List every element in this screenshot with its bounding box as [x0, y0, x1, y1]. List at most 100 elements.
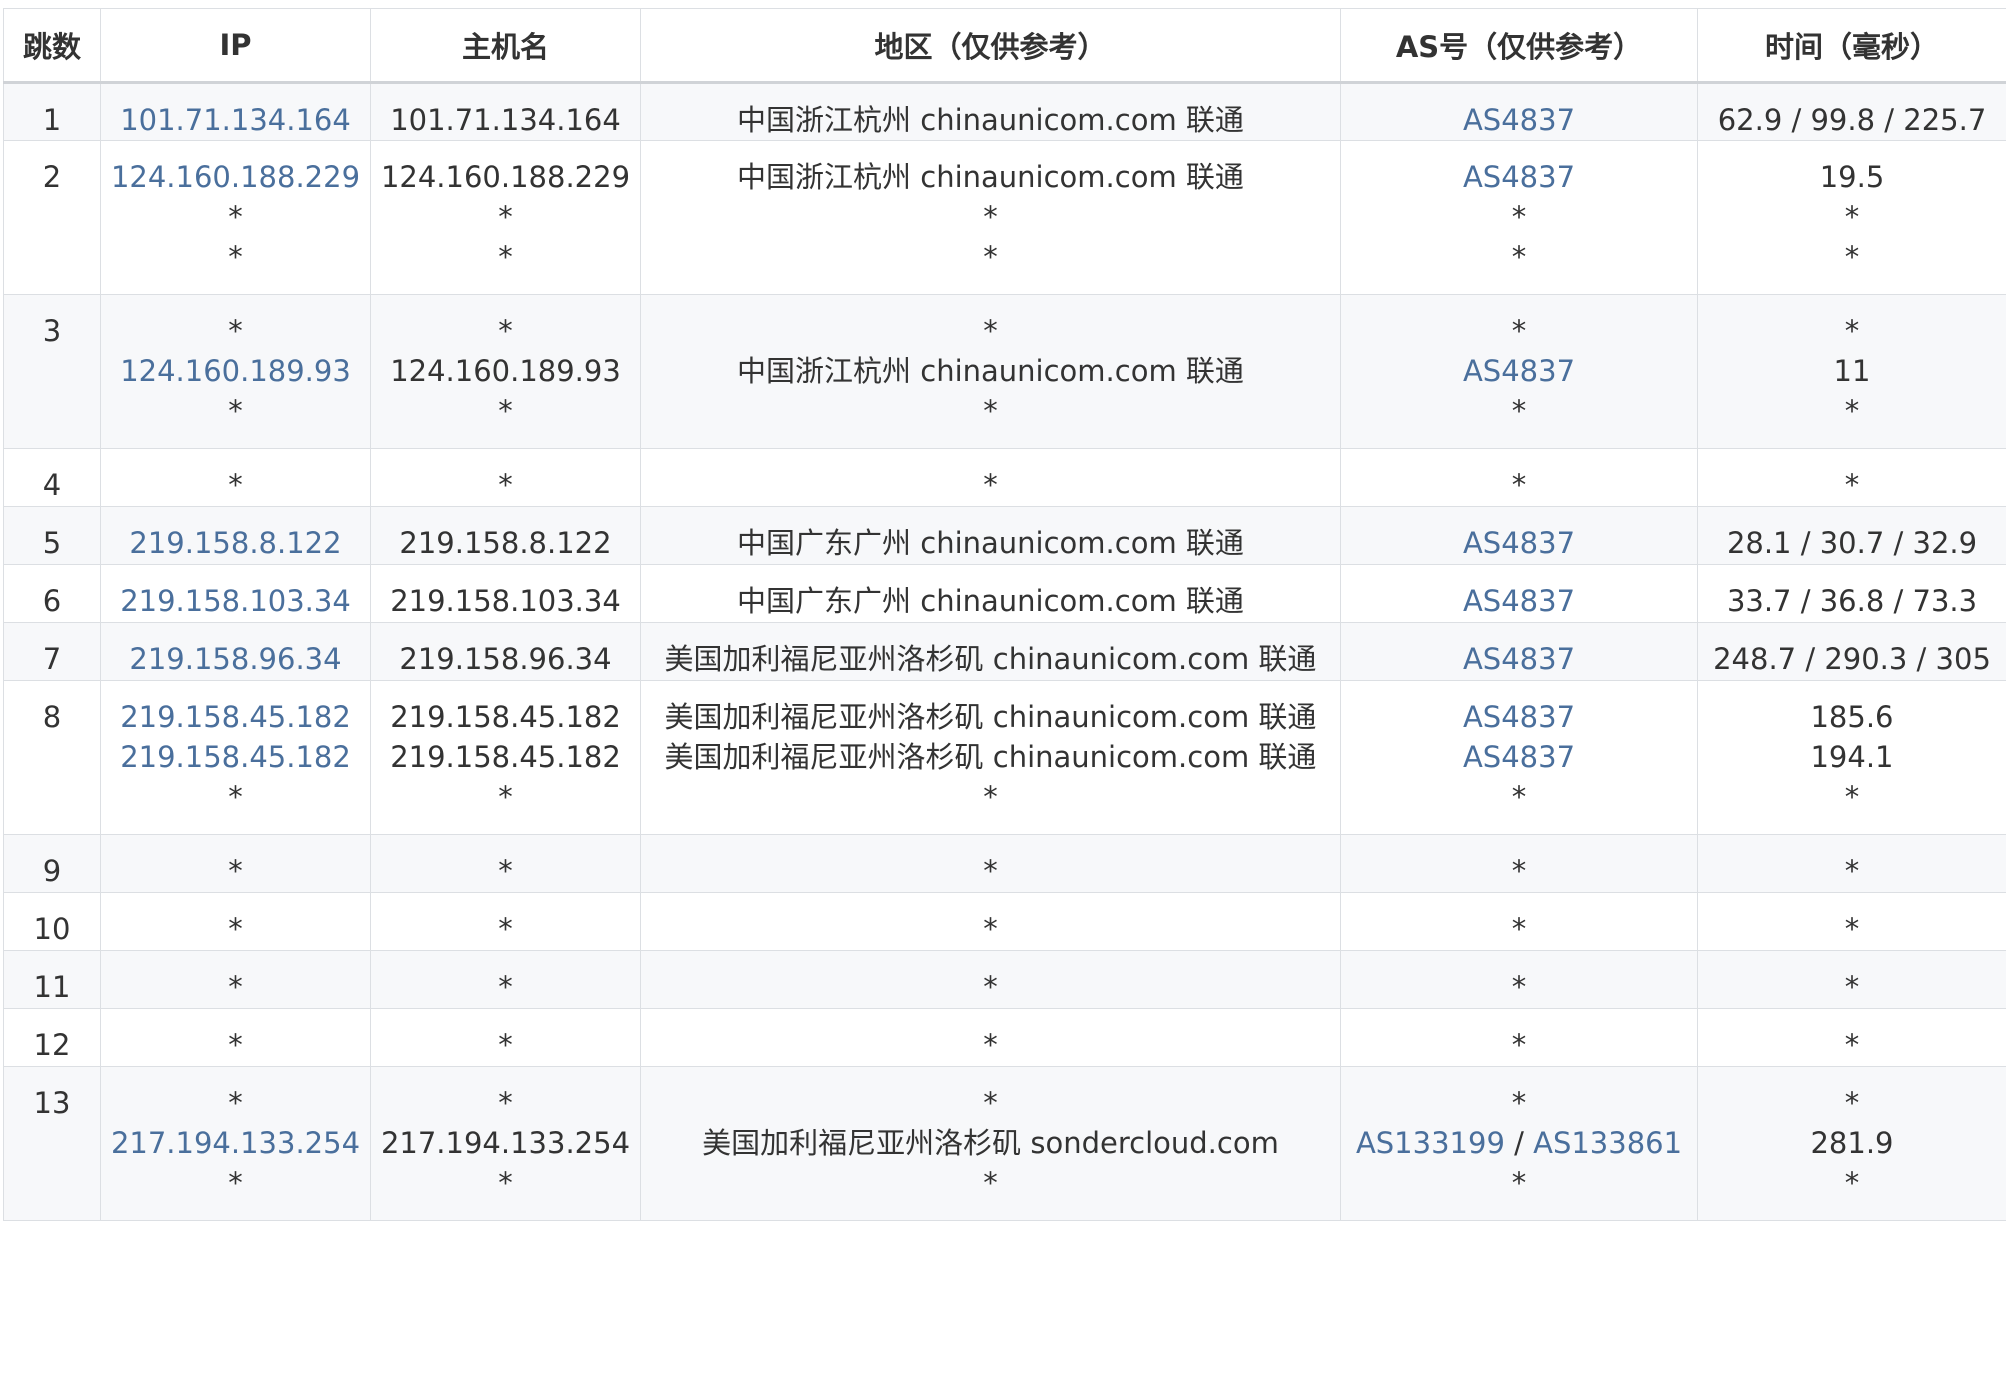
hostname-cell: * [370, 950, 641, 1009]
ip-link[interactable]: 124.160.189.93 [120, 354, 351, 388]
ip-link[interactable]: 219.158.45.182 [120, 700, 351, 734]
region-cell: 美国加利福尼亚州洛杉矶 chinaunicom.com 联通 [640, 622, 1341, 681]
asn-link[interactable]: AS4837 [1463, 526, 1575, 560]
hop-number-cell: 1 [3, 82, 101, 141]
asn-link[interactable]: AS133861 [1533, 1126, 1682, 1160]
asn-cell: AS4837 [1340, 82, 1698, 141]
asn-link[interactable]: AS4837 [1463, 103, 1575, 137]
column-header-hostname: 主机名 [370, 8, 641, 84]
timeout-marker: * [498, 854, 513, 888]
timeout-marker: * [983, 1086, 998, 1120]
asn-cell: * [1340, 834, 1698, 893]
ip-cell: 101.71.134.164 [100, 82, 371, 141]
traceroute-page: 跳数 IP 主机名 地区（仅供参考） AS号（仅供参考） 时间（毫秒） 1 101… [0, 0, 2006, 1373]
asn-line: AS4837 [1341, 351, 1697, 391]
region-cell: * [640, 448, 1341, 507]
ip-link[interactable]: 219.158.96.34 [129, 642, 341, 676]
timeout-marker: * [983, 780, 998, 814]
timeout-marker: * [1511, 394, 1527, 428]
timeout-marker: * [983, 240, 998, 274]
asn-link[interactable]: AS4837 [1463, 354, 1575, 388]
timeout-marker: * [983, 394, 998, 428]
asn-cell: * [1340, 1008, 1698, 1067]
ip-link[interactable]: 217.194.133.254 [111, 1126, 360, 1160]
region-cell: * 美国加利福尼亚州洛杉矶 sondercloud.com * [640, 1066, 1341, 1221]
asn-link[interactable]: AS4837 [1463, 700, 1575, 734]
timeout-marker: * [498, 970, 513, 1004]
ip-link[interactable]: 219.158.8.122 [129, 526, 341, 560]
timeout-marker: * [228, 912, 243, 946]
timeout-marker: * [498, 912, 513, 946]
region-value: 中国浙江杭州 chinaunicom.com 联通 [737, 354, 1244, 388]
ip-cell: 219.158.96.34 [100, 622, 371, 681]
host-value: 219.158.103.34 [390, 584, 621, 618]
asn-cell: * [1340, 448, 1698, 507]
asn-separator: / [1504, 1126, 1534, 1160]
region-value: 美国加利福尼亚州洛杉矶 chinaunicom.com 联通 [664, 700, 1317, 734]
asn-line: AS4837 [1341, 737, 1697, 777]
table-row: 7 219.158.96.34 219.158.96.34 美国加利福尼亚州洛杉矶 c… [3, 622, 2006, 681]
timeout-marker: * [1844, 314, 1860, 348]
hop-number-cell: 13 [3, 1066, 101, 1221]
region-cell: * [640, 834, 1341, 893]
ip-line: 219.158.96.34 [101, 639, 370, 679]
timeout-marker: * [498, 1166, 513, 1200]
ip-link[interactable]: 219.158.103.34 [120, 584, 351, 618]
hop-number-cell: 11 [3, 950, 101, 1009]
table-row: 3 * 124.160.189.93 * * 124.160.189.93 * * 中国浙江杭州… [3, 294, 2006, 449]
time-cell: 19.5 * * [1697, 140, 2006, 295]
timeout-marker: * [1844, 394, 1860, 428]
hop-number-cell: 4 [3, 448, 101, 507]
time-cell: * 281.9 * [1697, 1066, 2006, 1221]
hop-number-cell: 2 [3, 140, 101, 295]
timeout-marker: * [1511, 200, 1527, 234]
ip-link[interactable]: 219.158.45.182 [120, 740, 351, 774]
hostname-cell: * [370, 892, 641, 951]
ip-link[interactable]: 124.160.188.229 [111, 160, 360, 194]
ip-cell: 219.158.8.122 [100, 506, 371, 565]
time-value: 185.6 [1810, 700, 1894, 734]
ip-link[interactable]: 101.71.134.164 [120, 103, 351, 137]
ip-cell: * [100, 950, 371, 1009]
ip-line: 219.158.45.182 [101, 737, 370, 777]
ip-cell: * 217.194.133.254 * [100, 1066, 371, 1221]
asn-link[interactable]: AS4837 [1463, 740, 1575, 774]
ip-cell: * [100, 448, 371, 507]
time-cell: * [1697, 950, 2006, 1009]
ip-line: 219.158.8.122 [101, 523, 370, 563]
hop-number-cell: 5 [3, 506, 101, 565]
hop-number-cell: 12 [3, 1008, 101, 1067]
timeout-marker: * [983, 854, 998, 888]
region-value: 中国广东广州 chinaunicom.com 联通 [737, 526, 1244, 560]
timeout-marker: * [1511, 780, 1527, 814]
region-cell: 中国广东广州 chinaunicom.com 联通 [640, 506, 1341, 565]
ip-line: 124.160.189.93 [101, 351, 370, 391]
table-row: 4 * * * * * [3, 448, 2006, 507]
table-header: 跳数 IP 主机名 地区（仅供参考） AS号（仅供参考） 时间（毫秒） [3, 8, 2006, 84]
table-row: 2 124.160.188.229 * * 124.160.188.229 * * 中国浙江杭… [3, 140, 2006, 295]
hostname-cell: * [370, 448, 641, 507]
host-value: 124.160.188.229 [380, 160, 631, 194]
hostname-cell: * 124.160.189.93 * [370, 294, 641, 449]
timeout-marker: * [228, 240, 243, 274]
asn-link[interactable]: AS4837 [1463, 160, 1575, 194]
hop-number-cell: 7 [3, 622, 101, 681]
host-value: 217.194.133.254 [380, 1126, 631, 1160]
timeout-marker: * [228, 854, 243, 888]
hostname-cell: * [370, 834, 641, 893]
hostname-cell: * 217.194.133.254 * [370, 1066, 641, 1221]
timeout-marker: * [228, 394, 243, 428]
ip-cell: 219.158.45.182 219.158.45.182 * [100, 680, 371, 835]
region-value: 中国浙江杭州 chinaunicom.com 联通 [737, 160, 1244, 194]
timeout-marker: * [983, 970, 998, 1004]
asn-link[interactable]: AS4837 [1463, 642, 1575, 676]
asn-link[interactable]: AS133199 [1356, 1126, 1505, 1160]
timeout-marker: * [1844, 912, 1860, 946]
timeout-marker: * [228, 468, 243, 502]
asn-cell: AS4837 * * [1340, 140, 1698, 295]
asn-link[interactable]: AS4837 [1463, 584, 1575, 618]
timeout-marker: * [983, 912, 998, 946]
timeout-marker: * [1511, 970, 1527, 1004]
asn-line: AS133199 / AS133861 [1341, 1123, 1697, 1163]
hostname-cell: 219.158.45.182 219.158.45.182 * [370, 680, 641, 835]
